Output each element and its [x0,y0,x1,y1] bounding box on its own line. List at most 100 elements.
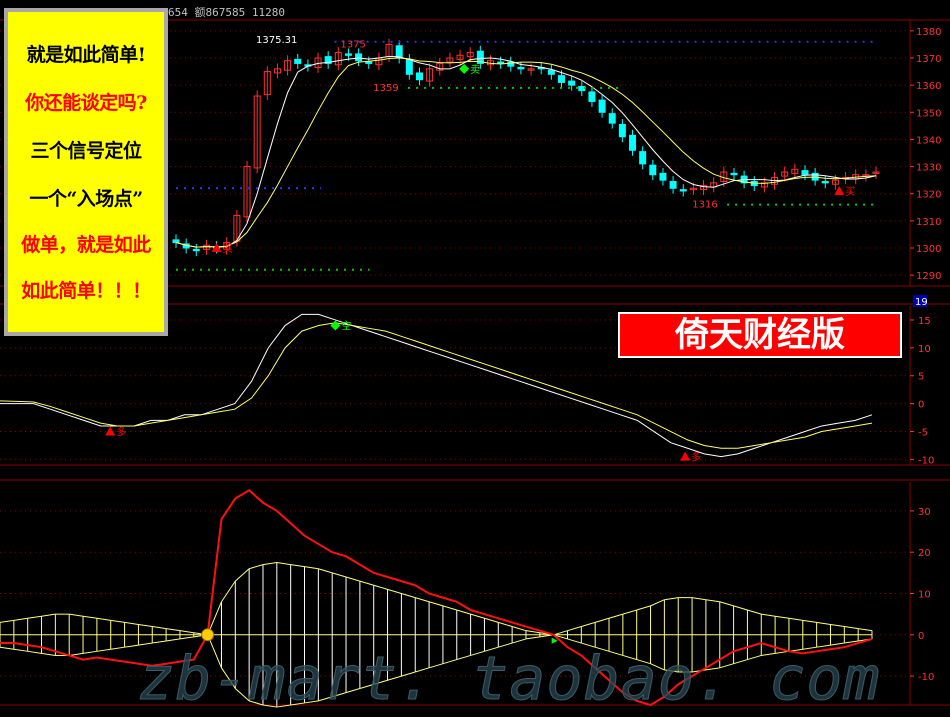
histogram-edge [608,613,624,619]
y-tick-label: 0 [918,400,924,411]
histogram-edge [345,576,361,582]
candle-body [405,58,413,75]
candle-body [659,172,667,181]
y-tick-label: 10 [918,590,931,601]
histogram-edge [41,652,56,656]
y-tick-label: 1340 [916,135,941,146]
candle-body [395,45,403,59]
histogram-edge [304,566,319,570]
histogram-edge [719,601,734,607]
candle-body [192,248,200,252]
histogram-edge [248,564,264,570]
candle-body [365,61,373,64]
quote-info: 654 额867585 11280 [168,6,285,19]
histogram-edge [13,617,28,621]
histogram-edge [96,617,111,621]
promo-panel: 就是如此简单! 你还能谈定吗? 三个信号定位 一个“入场点” 做单，就是如此 如… [4,8,168,336]
histogram-edge [82,650,97,654]
histogram-edge [179,630,194,634]
histogram-edge [359,580,374,586]
candle-body [669,181,677,189]
candle-body [547,69,555,75]
promo-line-5: 做单，就是如此 [21,234,151,256]
ma-slow-line [175,57,877,248]
histogram-edge [13,648,28,652]
histogram-edge [622,609,637,615]
histogram-edge [442,605,457,611]
signal-label: 多 [691,451,701,464]
histogram-edge [0,619,14,623]
histogram-edge [470,613,485,619]
signal-label: 多 [116,426,126,439]
promo-line-1: 就是如此简单! [26,44,146,66]
y-tick-label: 1370 [916,54,941,65]
y-tick-label: 1310 [916,217,941,228]
histogram-edge [650,599,665,607]
y-tick-label: 1290 [916,271,941,282]
histogram-edge [830,623,845,628]
signal-label: 空 [341,320,351,333]
y-tick-label: 1360 [916,81,941,92]
signal-label: 买 [845,186,855,198]
histogram-edge [816,621,831,625]
y-tick-label: 15 [918,316,931,327]
signal-label: 卖 [470,64,480,76]
brand-label: 倚天财经版 [618,312,902,358]
candle-body [821,181,829,184]
candle-body [497,61,505,64]
histogram-edge [152,626,167,630]
price-annotation: 1375 [340,39,365,50]
y-tick-label: -10 [918,455,934,466]
histogram-edge [0,646,14,650]
y-tick-label: -5 [918,428,928,439]
histogram-edge [27,650,42,654]
histogram-edge [276,562,291,566]
histogram-edge [96,648,111,652]
smiley-icon [201,628,215,642]
histogram-edge [110,646,125,650]
histogram-edge [511,626,527,632]
histogram-edge [401,593,416,599]
histogram-edge [844,626,859,630]
histogram-edge [456,609,471,615]
histogram-edge [525,636,540,640]
candle-body [172,239,180,244]
histogram-edge [318,568,333,574]
histogram-edge [511,638,527,644]
price-annotation: 1316 [692,200,717,211]
histogram-edge [664,597,679,601]
candle-body [558,75,566,83]
histogram-edge [788,617,803,621]
candle-body [639,151,647,165]
y-tick-label: 1350 [916,108,941,119]
candle-body [517,67,525,70]
histogram-edge [733,605,748,611]
histogram-edge [179,636,194,640]
candle-body [355,53,363,62]
histogram-edge [82,615,97,619]
histogram-edge [138,623,153,628]
histogram-edge [636,605,651,611]
y-tick-label: -10 [918,672,934,683]
histogram-edge [747,609,762,615]
histogram-edge [41,613,56,617]
candle-body [598,99,606,113]
candle-body [730,172,738,176]
histogram-edge [166,638,181,642]
histogram-edge [166,628,181,632]
y-tick-label: 1330 [916,163,941,174]
candle-body [649,164,657,176]
promo-line-3: 三个信号定位 [30,140,142,162]
histogram-edge [69,613,84,617]
histogram-edge [221,580,236,603]
promo-line-6: 如此简单！！！ [21,280,151,302]
histogram-edge [152,640,167,644]
histogram-edge [387,588,402,594]
badge-label: 19 [915,297,928,308]
histogram-edge [761,613,776,617]
promo-line-4: 一个“入场点” [29,188,143,210]
histogram-edge [498,621,513,628]
candle-body [294,58,302,64]
histogram-edge [705,599,720,603]
histogram-edge [553,630,568,636]
